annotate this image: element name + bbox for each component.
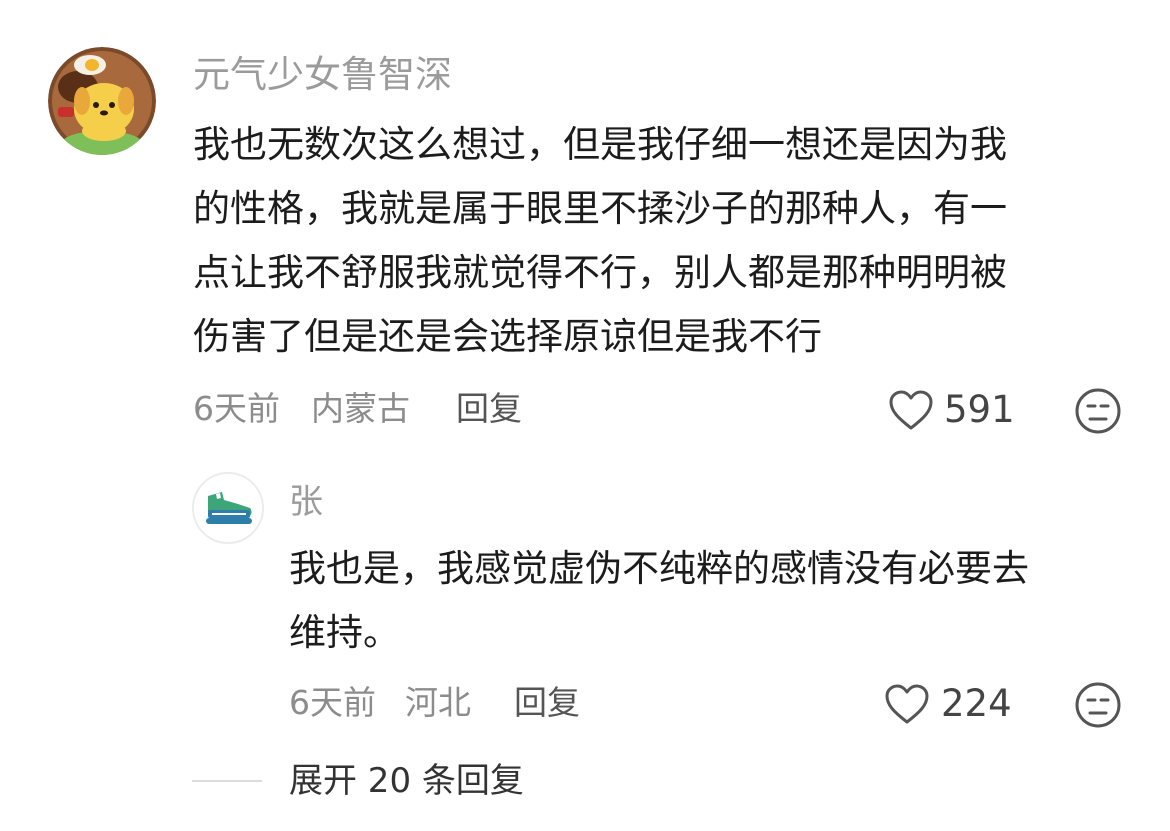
comment-location: 内蒙古 xyxy=(311,389,410,428)
comment-username[interactable]: 元气少女鲁智深 xyxy=(193,52,452,98)
reply-line: 维持。 xyxy=(289,611,400,654)
heart-icon[interactable] xyxy=(884,683,930,729)
heart-icon[interactable] xyxy=(888,389,934,435)
comment-line: 的性格，我就是属于眼里不揉沙子的那种人，有一 xyxy=(193,187,1007,230)
reply-like-count: 224 xyxy=(941,682,1012,725)
reply-username[interactable]: 张 xyxy=(289,480,323,524)
comment-text: 我也无数次这么想过，但是我仔细一想还是因为我 的性格，我就是属于眼里不揉沙子的那… xyxy=(193,113,1123,369)
comment-time: 6天前 xyxy=(193,389,280,428)
reply-avatar[interactable] xyxy=(192,472,264,544)
sneaker-avatar-icon xyxy=(206,492,252,524)
reply-reply-button[interactable]: 回复 xyxy=(514,681,580,725)
reply-text: 我也是，我感觉虚伪不纯粹的感情没有必要去 维持。 xyxy=(289,537,1029,665)
avatar[interactable] xyxy=(48,47,156,155)
like-count: 591 xyxy=(944,388,1015,431)
meh-face-icon[interactable] xyxy=(1074,387,1122,439)
comment-line: 我也无数次这么想过，但是我仔细一想还是因为我 xyxy=(193,123,1007,166)
reply-time: 6天前 xyxy=(289,683,376,722)
expand-replies-button[interactable]: 展开 20 条回复 xyxy=(289,759,524,803)
cartoon-dog-avatar-icon xyxy=(48,47,156,155)
comment-line: 点让我不舒服我就觉得不行，别人都是那种明明被 xyxy=(193,251,1007,294)
expand-divider xyxy=(192,780,262,782)
reply-line: 我也是，我感觉虚伪不纯粹的感情没有必要去 xyxy=(289,547,1029,590)
reply-button[interactable]: 回复 xyxy=(456,387,522,431)
reply-location: 河北 xyxy=(405,683,471,722)
comment-line: 伤害了但是还是会选择原谅但是我不行 xyxy=(193,315,822,358)
meh-face-icon[interactable] xyxy=(1074,681,1122,733)
